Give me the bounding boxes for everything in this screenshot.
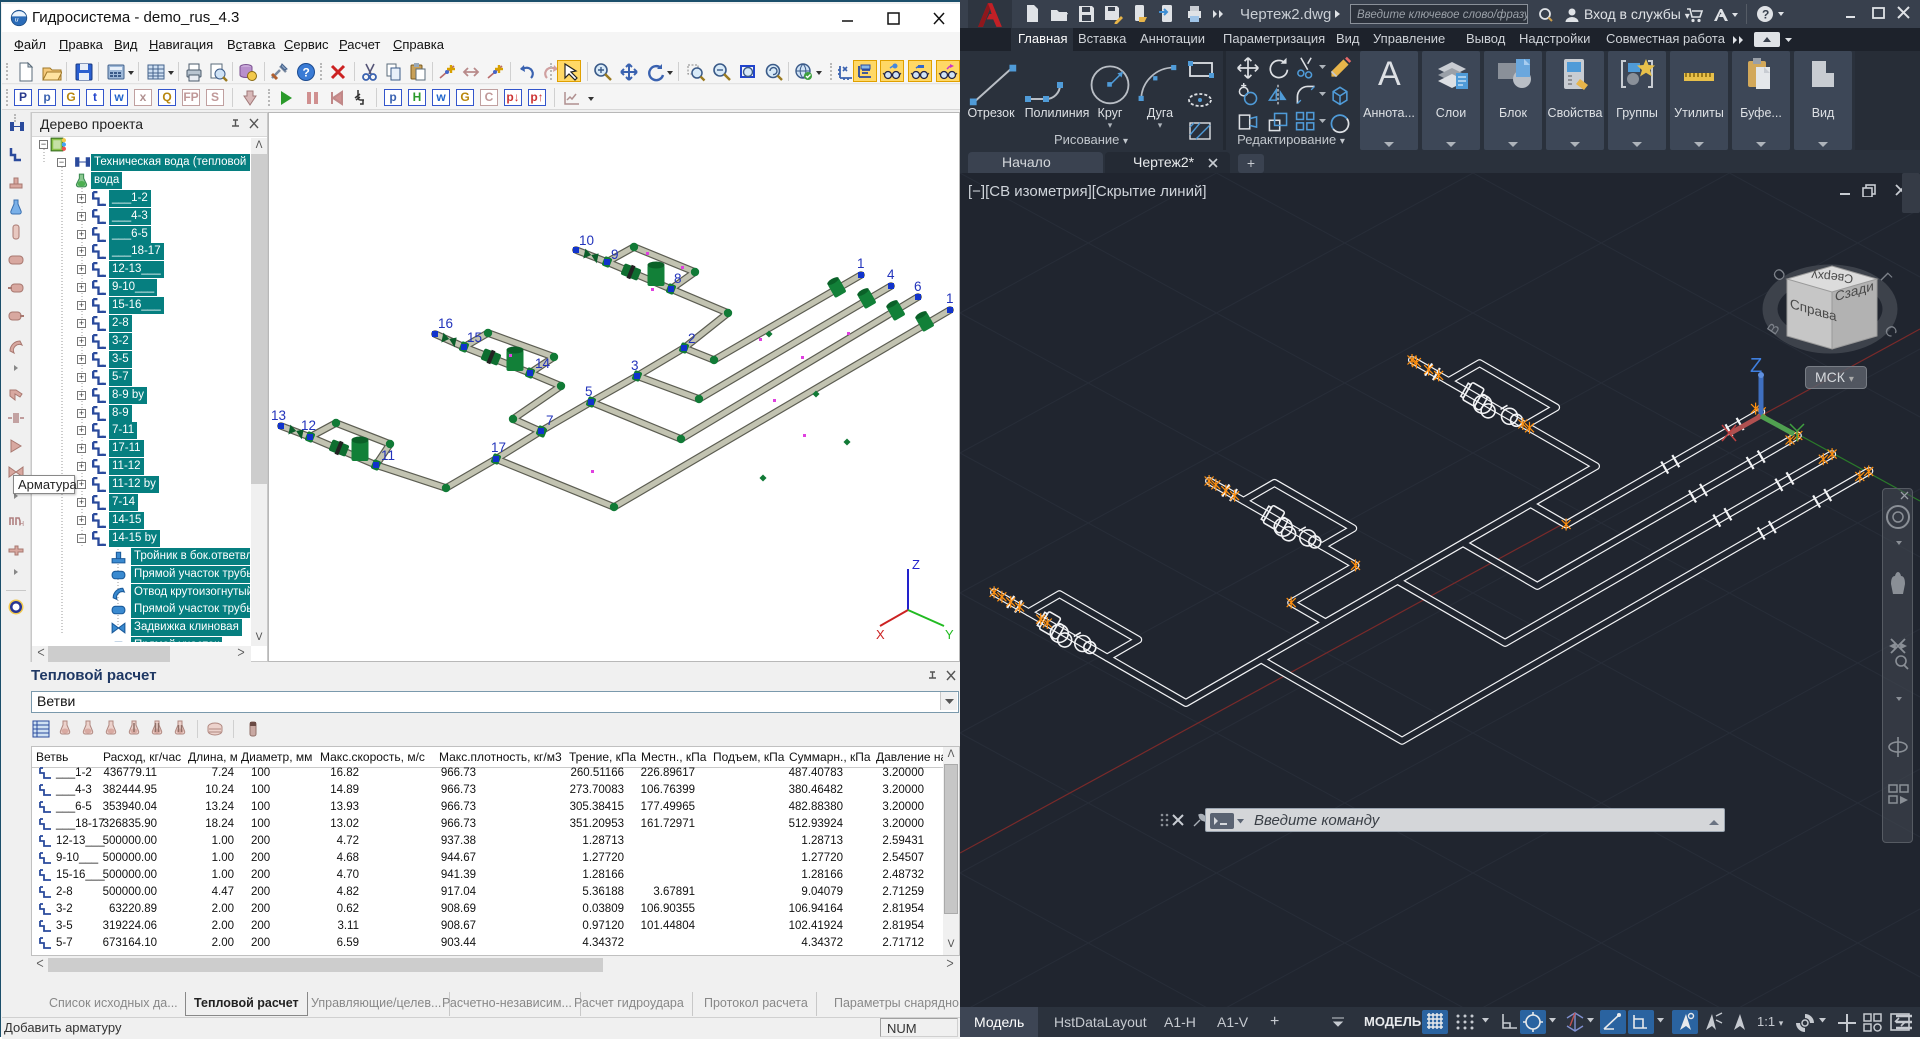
svg-text:11: 11 [381, 448, 395, 463]
svg-text:14: 14 [535, 356, 551, 371]
svg-text:1: 1 [946, 291, 954, 306]
svg-text:13: 13 [271, 408, 286, 423]
svg-text:3: 3 [631, 358, 639, 373]
svg-text:1: 1 [857, 256, 865, 271]
svg-text:Y: Y [945, 627, 954, 642]
svg-text:A: A [1378, 55, 1401, 93]
svg-text:15: 15 [467, 330, 482, 345]
svg-text:17: 17 [491, 440, 506, 455]
svg-text:12: 12 [301, 418, 316, 433]
svg-text:6: 6 [914, 279, 922, 294]
svg-text:10: 10 [579, 233, 594, 248]
svg-text:?: ? [1762, 8, 1769, 22]
svg-text:H: H [19, 521, 24, 528]
svg-text:16: 16 [438, 316, 453, 331]
svg-text:u: u [15, 16, 19, 23]
svg-text:?: ? [303, 66, 310, 80]
svg-text:2: 2 [688, 331, 696, 346]
svg-text:Z: Z [912, 557, 920, 572]
svg-text:5: 5 [585, 384, 593, 399]
svg-text:7: 7 [546, 413, 554, 428]
svg-text:8: 8 [674, 271, 682, 286]
svg-text:9: 9 [611, 247, 619, 262]
svg-text:4: 4 [887, 267, 895, 282]
svg-text:X: X [876, 627, 885, 642]
